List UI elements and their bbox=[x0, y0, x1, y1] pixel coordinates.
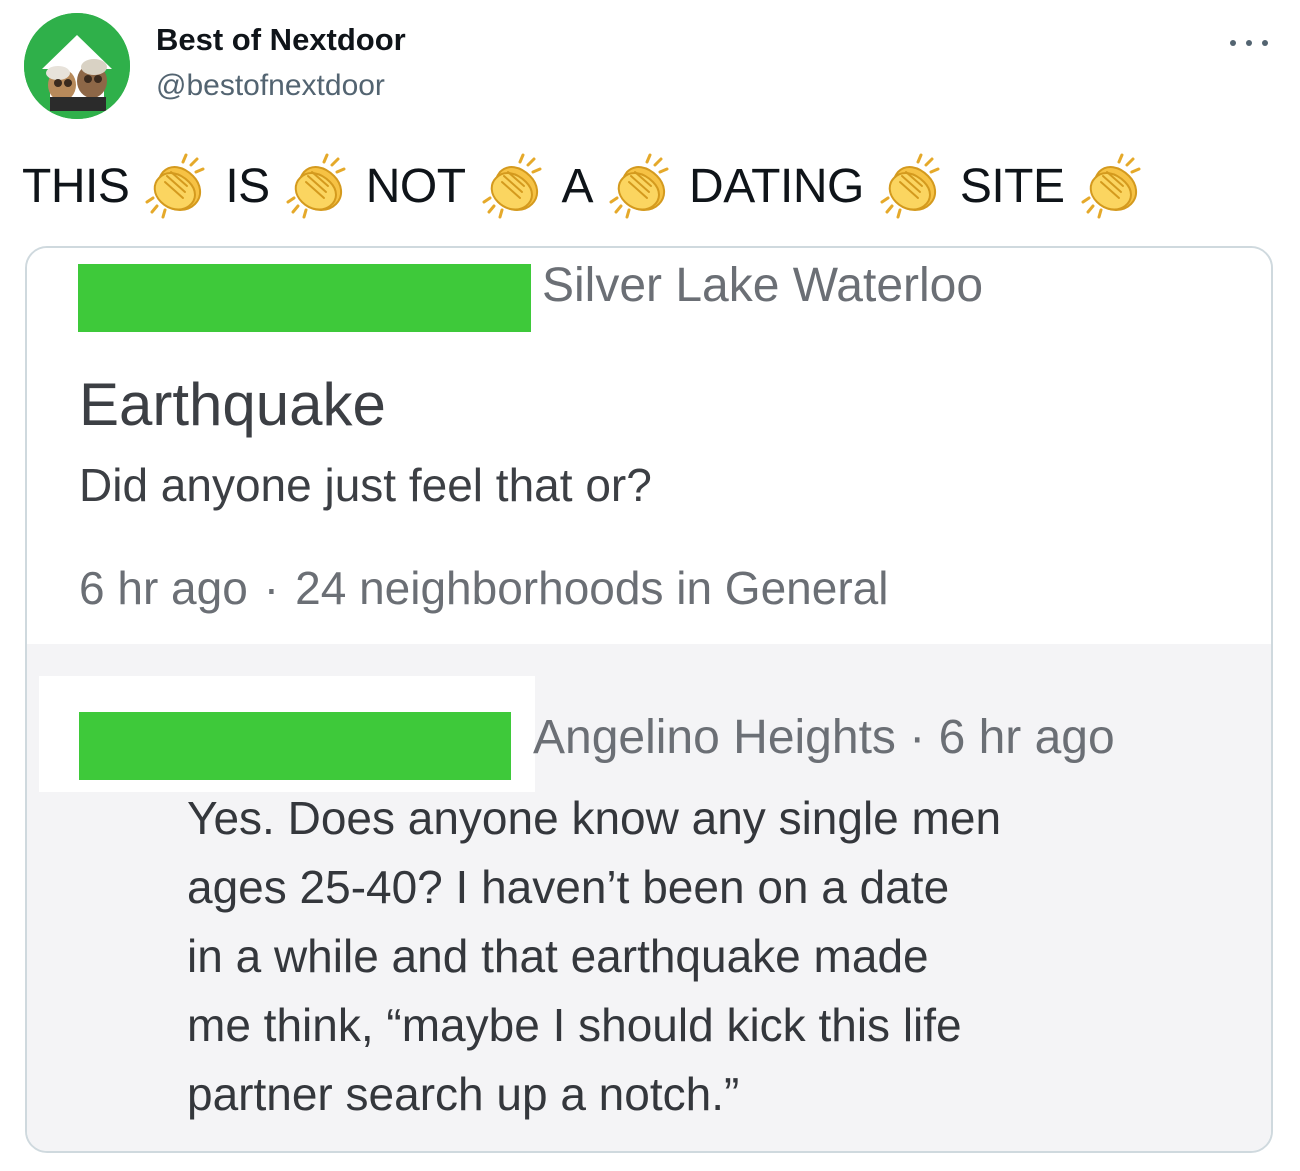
reply-body: Yes. Does anyone know any single men age… bbox=[187, 784, 1237, 1129]
meta-separator: · bbox=[263, 562, 280, 614]
tweet-word: SITE bbox=[959, 159, 1065, 213]
post-body: Did anyone just feel that or? bbox=[79, 459, 652, 511]
tweet-word: A bbox=[561, 159, 594, 213]
tweet-word: THIS bbox=[22, 159, 130, 213]
post-section: Silver Lake Waterloo Earthquake Did anyo… bbox=[27, 248, 1271, 644]
author-handle[interactable]: @bestofnextdoor bbox=[156, 69, 385, 103]
redacted-reply-author bbox=[79, 712, 511, 780]
reply-meta: Angelino Heights · 6 hr ago bbox=[533, 711, 1115, 764]
reply-line: in a while and that earthquake made bbox=[187, 930, 929, 982]
more-options-icon[interactable] bbox=[1226, 24, 1272, 64]
clapping-hands-icon bbox=[1079, 152, 1147, 220]
post-title: Earthquake bbox=[79, 371, 386, 438]
nextdoor-house-avatar bbox=[24, 13, 130, 119]
reply-line: partner search up a notch.” bbox=[187, 1068, 740, 1120]
clapping-hands-icon bbox=[284, 152, 352, 220]
reply-line: me think, “maybe I should kick this life bbox=[187, 999, 962, 1051]
reply-line: ages 25-40? I haven’t been on a date bbox=[187, 861, 950, 913]
reply-line: Yes. Does anyone know any single men bbox=[187, 792, 1002, 844]
clapping-hands-icon bbox=[878, 152, 946, 220]
tweet-word: DATING bbox=[689, 159, 864, 213]
tweet-word: IS bbox=[225, 159, 270, 213]
post-meta: 6 hr ago · 24 neighborhoods in General bbox=[79, 561, 888, 615]
tweet-text: THIS IS NOT A DATING SITE bbox=[22, 150, 1161, 222]
author-name[interactable]: Best of Nextdoor bbox=[156, 22, 406, 58]
post-time: 6 hr ago bbox=[79, 562, 248, 614]
redacted-author-name bbox=[78, 264, 531, 332]
tweet-word: NOT bbox=[365, 159, 466, 213]
attached-image[interactable]: Silver Lake Waterloo Earthquake Did anyo… bbox=[25, 246, 1273, 1153]
clapping-hands-icon bbox=[143, 152, 211, 220]
avatar[interactable] bbox=[24, 13, 130, 119]
post-neighborhood: Silver Lake Waterloo bbox=[542, 259, 984, 312]
post-reach: 24 neighborhoods in General bbox=[295, 562, 889, 614]
clapping-hands-icon bbox=[607, 152, 675, 220]
clapping-hands-icon bbox=[480, 152, 548, 220]
